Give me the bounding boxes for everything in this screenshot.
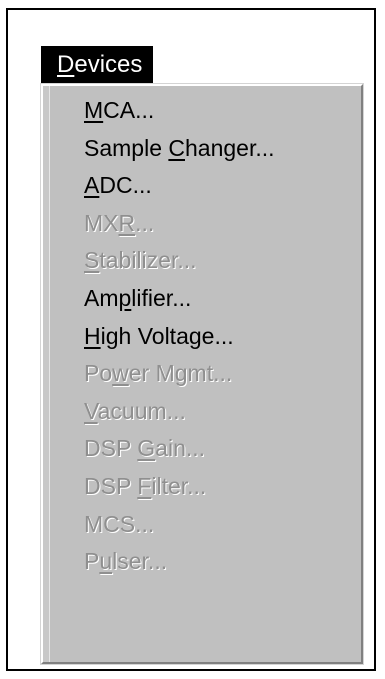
menu-item-dsp-gain: DSP Gain... [43,430,361,468]
menu-item-amplifier-label: Amplifier... [84,284,192,311]
menu-item-mcs: MCS... [43,506,361,544]
menu-item-high-voltage-label: High Voltage... [84,322,234,349]
menu-item-high-voltage[interactable]: High Voltage... [43,318,361,356]
menu-item-mxr: MXR... [43,205,361,243]
menu-item-power-mgmt-label: Power Mgmt... [84,360,233,387]
menu-item-mca-label: MCA... [84,97,155,123]
menu-item-dsp-filter-label: DSP Filter... [84,472,207,499]
menu-item-pulser: Pulser... [43,543,361,581]
menu-item-sample-changer-label: Sample Changer... [84,134,275,161]
menu-item-mcs-label: MCS... [84,510,155,537]
menu-devices-label: Devices [57,51,143,78]
menu-item-vacuum: Vacuum... [43,393,361,431]
menu-item-stabilizer: Stabilizer... [43,242,361,280]
menu-devices[interactable]: Devices [41,46,154,84]
menu-item-adc[interactable]: ADC... [43,167,361,205]
menu-item-sample-changer[interactable]: Sample Changer... [43,130,361,168]
menu-item-power-mgmt: Power Mgmt... [43,355,361,393]
menu-item-mca[interactable]: MCA... [43,92,361,130]
menu-item-amplifier[interactable]: Amplifier... [43,280,361,318]
menu-item-dsp-gain-label: DSP Gain... [84,435,206,462]
menu-item-adc-label: ADC... [84,172,152,199]
menu-item-pulser-label: Pulser... [84,548,168,575]
devices-dropdown-menu: MCA... Sample Changer... ADC... MXR... S… [40,83,364,665]
menu-item-dsp-filter: DSP Filter... [43,468,361,506]
menu-item-stabilizer-label: Stabilizer... [84,247,197,274]
menu-item-mxr-label: MXR... [84,209,155,236]
devices-menu-list: MCA... Sample Changer... ADC... MXR... S… [43,92,361,581]
menu-item-vacuum-label: Vacuum... [84,397,186,424]
screenshot-frame: Devices MCA... Sample Changer... ADC... … [6,8,376,671]
